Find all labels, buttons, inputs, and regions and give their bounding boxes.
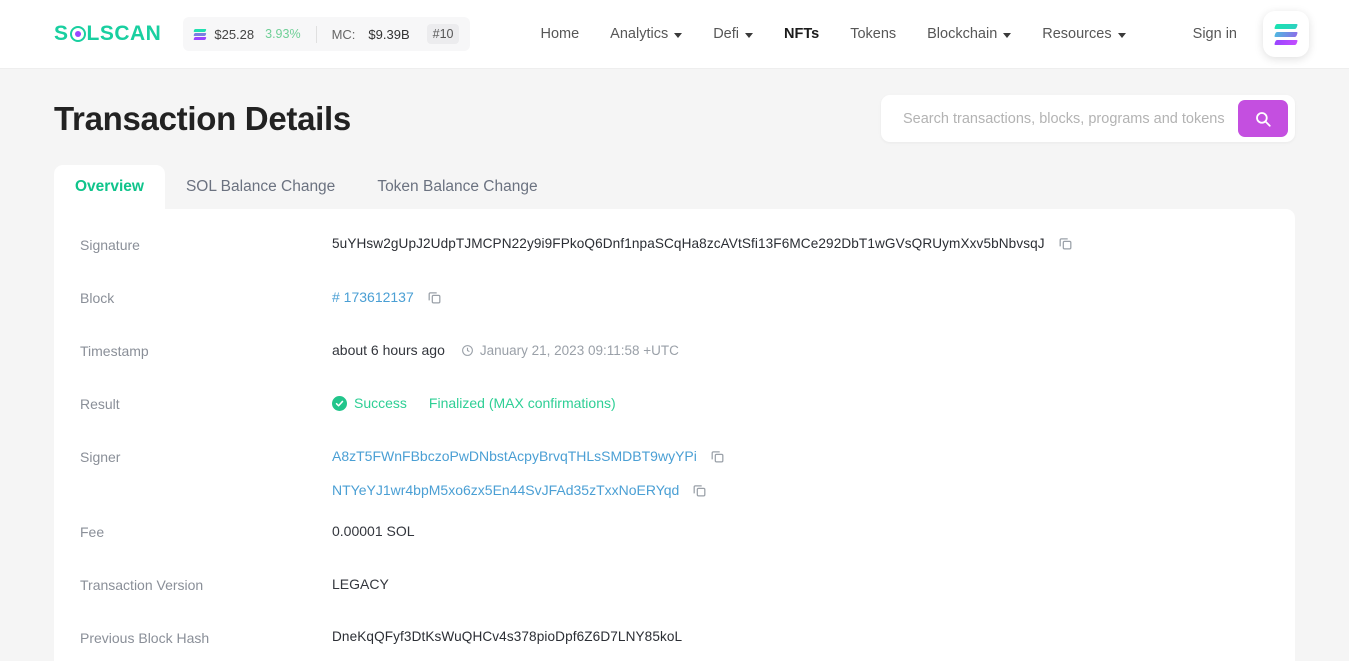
search-bar xyxy=(881,95,1295,142)
copy-block-icon[interactable] xyxy=(427,290,442,305)
transaction-version-value: LEGACY xyxy=(332,576,389,592)
previous-block-hash-label: Previous Block Hash xyxy=(80,630,210,646)
timestamp-label: Timestamp xyxy=(80,343,149,359)
timestamp-relative: about 6 hours ago xyxy=(332,342,445,358)
logo-text-start: S xyxy=(54,22,69,45)
clock-icon xyxy=(461,344,473,356)
market-cap-label: MC: xyxy=(331,26,356,42)
timestamp-absolute-group: January 21, 2023 09:11:58 +UTC xyxy=(461,343,679,358)
fee-value: 0.00001 SOL xyxy=(332,523,415,539)
nav-label: NFTs xyxy=(784,26,820,42)
nav-label: Defi xyxy=(713,26,739,42)
chevron-down-icon xyxy=(1117,32,1126,38)
tab-sol-balance-change[interactable]: SOL Balance Change xyxy=(165,165,356,209)
block-value-group: # 173612137 xyxy=(332,289,442,305)
sign-in-button[interactable]: Sign in xyxy=(1193,26,1237,42)
previous-block-hash-value: DneKqQFyf3DtKsWuQHCv4s378pioDpf6Z6D7LNY8… xyxy=(332,629,683,644)
nav-item-nfts[interactable]: NFTs xyxy=(784,26,819,42)
tab-token-balance-change[interactable]: Token Balance Change xyxy=(356,165,558,209)
nav-links: Home Analytics Defi NFTs Tokens Blockcha… xyxy=(540,26,1126,42)
copy-signature-icon[interactable] xyxy=(1058,236,1073,251)
nav-label: Blockchain xyxy=(927,26,998,42)
row-result: Result Success Finalized (MAX confirmati… xyxy=(54,395,1295,431)
signer-address-2[interactable]: NTYeYJ1wr4bpM5xo6zx5En44SvJFAd35zTxxNoER… xyxy=(332,482,679,498)
sol-price-change: 3.93% xyxy=(265,27,301,41)
fee-label: Fee xyxy=(80,524,105,540)
nav-right-group: Sign in xyxy=(1193,11,1309,57)
page-title: Transaction Details xyxy=(54,99,351,137)
page-header: Transaction Details xyxy=(0,95,1349,142)
signature-value-group: 5uYHsw2gUpJ2UdpTJMCPN22y9i9FPkoQ6Dnf1npa… xyxy=(332,236,1073,251)
market-cap-rank: #10 xyxy=(426,24,460,44)
block-label: Block xyxy=(80,290,115,306)
row-signature: Signature 5uYHsw2gUpJ2UdpTJMCPN22y9i9FPk… xyxy=(54,236,1295,272)
block-number-link[interactable]: # 173612137 xyxy=(332,289,414,305)
timestamp-value-group: about 6 hours ago January 21, 2023 09:11… xyxy=(332,342,679,358)
tab-bar: Overview SOL Balance Change Token Balanc… xyxy=(54,165,1349,209)
sol-price-widget[interactable]: $25.28 3.93% MC: $9.39B #10 xyxy=(183,17,471,51)
timestamp-absolute: January 21, 2023 09:11:58 +UTC xyxy=(479,342,679,358)
tab-overview[interactable]: Overview xyxy=(54,165,165,209)
nav-label: Home xyxy=(540,26,580,42)
signer-list: A8zT5FWnFBbczoPwDNbstAcpyBrvqTHLsSMDBT9w… xyxy=(332,448,725,498)
search-icon xyxy=(1256,111,1271,127)
check-circle-icon xyxy=(332,395,347,411)
nav-item-blockchain[interactable]: Blockchain xyxy=(927,26,1012,42)
result-label: Result xyxy=(80,396,120,412)
signature-value: 5uYHsw2gUpJ2UdpTJMCPN22y9i9FPkoQ6Dnf1npa… xyxy=(332,236,1045,251)
row-block: Block # 173612137 xyxy=(54,289,1295,325)
market-cap-value: $9.39B xyxy=(368,26,410,42)
nav-label: Tokens xyxy=(850,26,897,42)
row-signer: Signer A8zT5FWnFBbczoPwDNbstAcpyBrvqTHLs… xyxy=(54,448,1295,498)
chevron-down-icon xyxy=(1003,32,1012,38)
row-transaction-version: Transaction Version LEGACY xyxy=(54,576,1295,612)
result-confirmation: Finalized (MAX confirmations) xyxy=(428,395,616,411)
sol-price-value: $25.28 xyxy=(214,26,255,42)
nav-item-home[interactable]: Home xyxy=(540,26,579,42)
search-input[interactable] xyxy=(881,110,1238,127)
signer-entry: A8zT5FWnFBbczoPwDNbstAcpyBrvqTHLsSMDBT9w… xyxy=(332,448,725,464)
solscan-logo[interactable]: S LSCAN xyxy=(54,22,161,46)
solana-icon xyxy=(193,28,207,40)
chevron-down-icon xyxy=(745,32,753,38)
result-status: Success xyxy=(354,395,407,411)
chevron-down-icon xyxy=(674,32,683,38)
nav-item-analytics[interactable]: Analytics xyxy=(610,26,683,42)
nav-label: Analytics xyxy=(610,26,669,42)
transaction-overview-card: Signature 5uYHsw2gUpJ2UdpTJMCPN22y9i9FPk… xyxy=(54,209,1295,661)
row-previous-block-hash: Previous Block Hash DneKqQFyf3DtKsWuQHCv… xyxy=(54,629,1295,661)
nav-item-defi[interactable]: Defi xyxy=(713,26,753,42)
search-button[interactable] xyxy=(1238,100,1288,137)
row-fee: Fee 0.00001 SOL xyxy=(54,523,1295,559)
signer-address-1[interactable]: A8zT5FWnFBbczoPwDNbstAcpyBrvqTHLsSMDBT9w… xyxy=(332,448,697,464)
nav-item-tokens[interactable]: Tokens xyxy=(850,26,896,42)
signer-entry: NTYeYJ1wr4bpM5xo6zx5En44SvJFAd35zTxxNoER… xyxy=(332,482,725,498)
divider xyxy=(315,25,317,43)
copy-signer-1-icon[interactable] xyxy=(710,449,725,464)
copy-signer-2-icon[interactable] xyxy=(692,483,707,498)
result-value-group: Success Finalized (MAX confirmations) xyxy=(332,395,616,411)
nav-label: Resources xyxy=(1042,26,1112,42)
top-navbar: S LSCAN $25.28 3.93% MC: $9.39B #10 Home… xyxy=(0,0,1349,69)
transaction-version-label: Transaction Version xyxy=(80,577,204,593)
solana-network-button[interactable] xyxy=(1263,11,1309,57)
nav-item-resources[interactable]: Resources xyxy=(1042,26,1126,42)
row-timestamp: Timestamp about 6 hours ago January 21, … xyxy=(54,342,1295,378)
signer-label: Signer xyxy=(80,449,121,465)
status-badge: Success xyxy=(332,395,407,411)
signature-label: Signature xyxy=(80,237,140,253)
logo-text-end: LSCAN xyxy=(86,22,162,45)
logo-o-icon xyxy=(69,26,86,42)
